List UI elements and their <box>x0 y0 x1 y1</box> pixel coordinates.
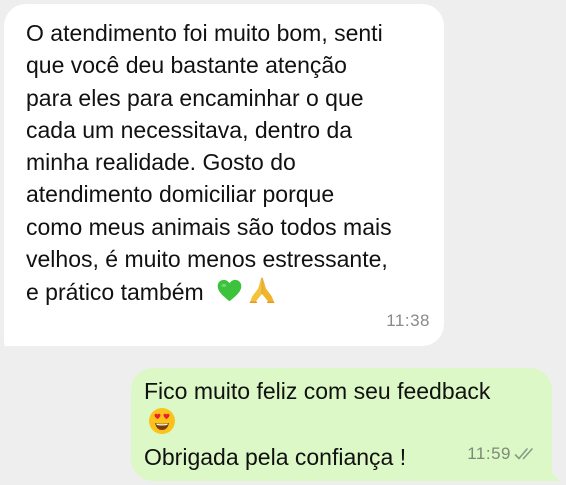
double-check-icon <box>514 448 533 460</box>
incoming-message-text: O atendimento foi muito bom, senti que v… <box>26 20 392 306</box>
smiling-face-with-heart-eyes-icon <box>149 408 175 435</box>
outgoing-message-bubble[interactable]: Fico muito feliz com seu feedback Obriga… <box>131 368 560 481</box>
outgoing-bubble-tail <box>544 465 560 481</box>
outgoing-emoji-line <box>144 407 538 440</box>
outgoing-message-line-1: Fico muito feliz com seu feedback <box>144 378 491 404</box>
folded-hands-icon <box>249 277 275 304</box>
outgoing-message-time: 11:59 <box>467 443 511 463</box>
incoming-bubble-tail <box>4 330 20 346</box>
green-heart-icon <box>217 280 242 302</box>
incoming-message-time: 11:38 <box>386 310 430 330</box>
outgoing-message-meta: 11:59 <box>467 438 538 470</box>
incoming-message-bubble[interactable]: O atendimento foi muito bom, senti que v… <box>4 4 444 346</box>
